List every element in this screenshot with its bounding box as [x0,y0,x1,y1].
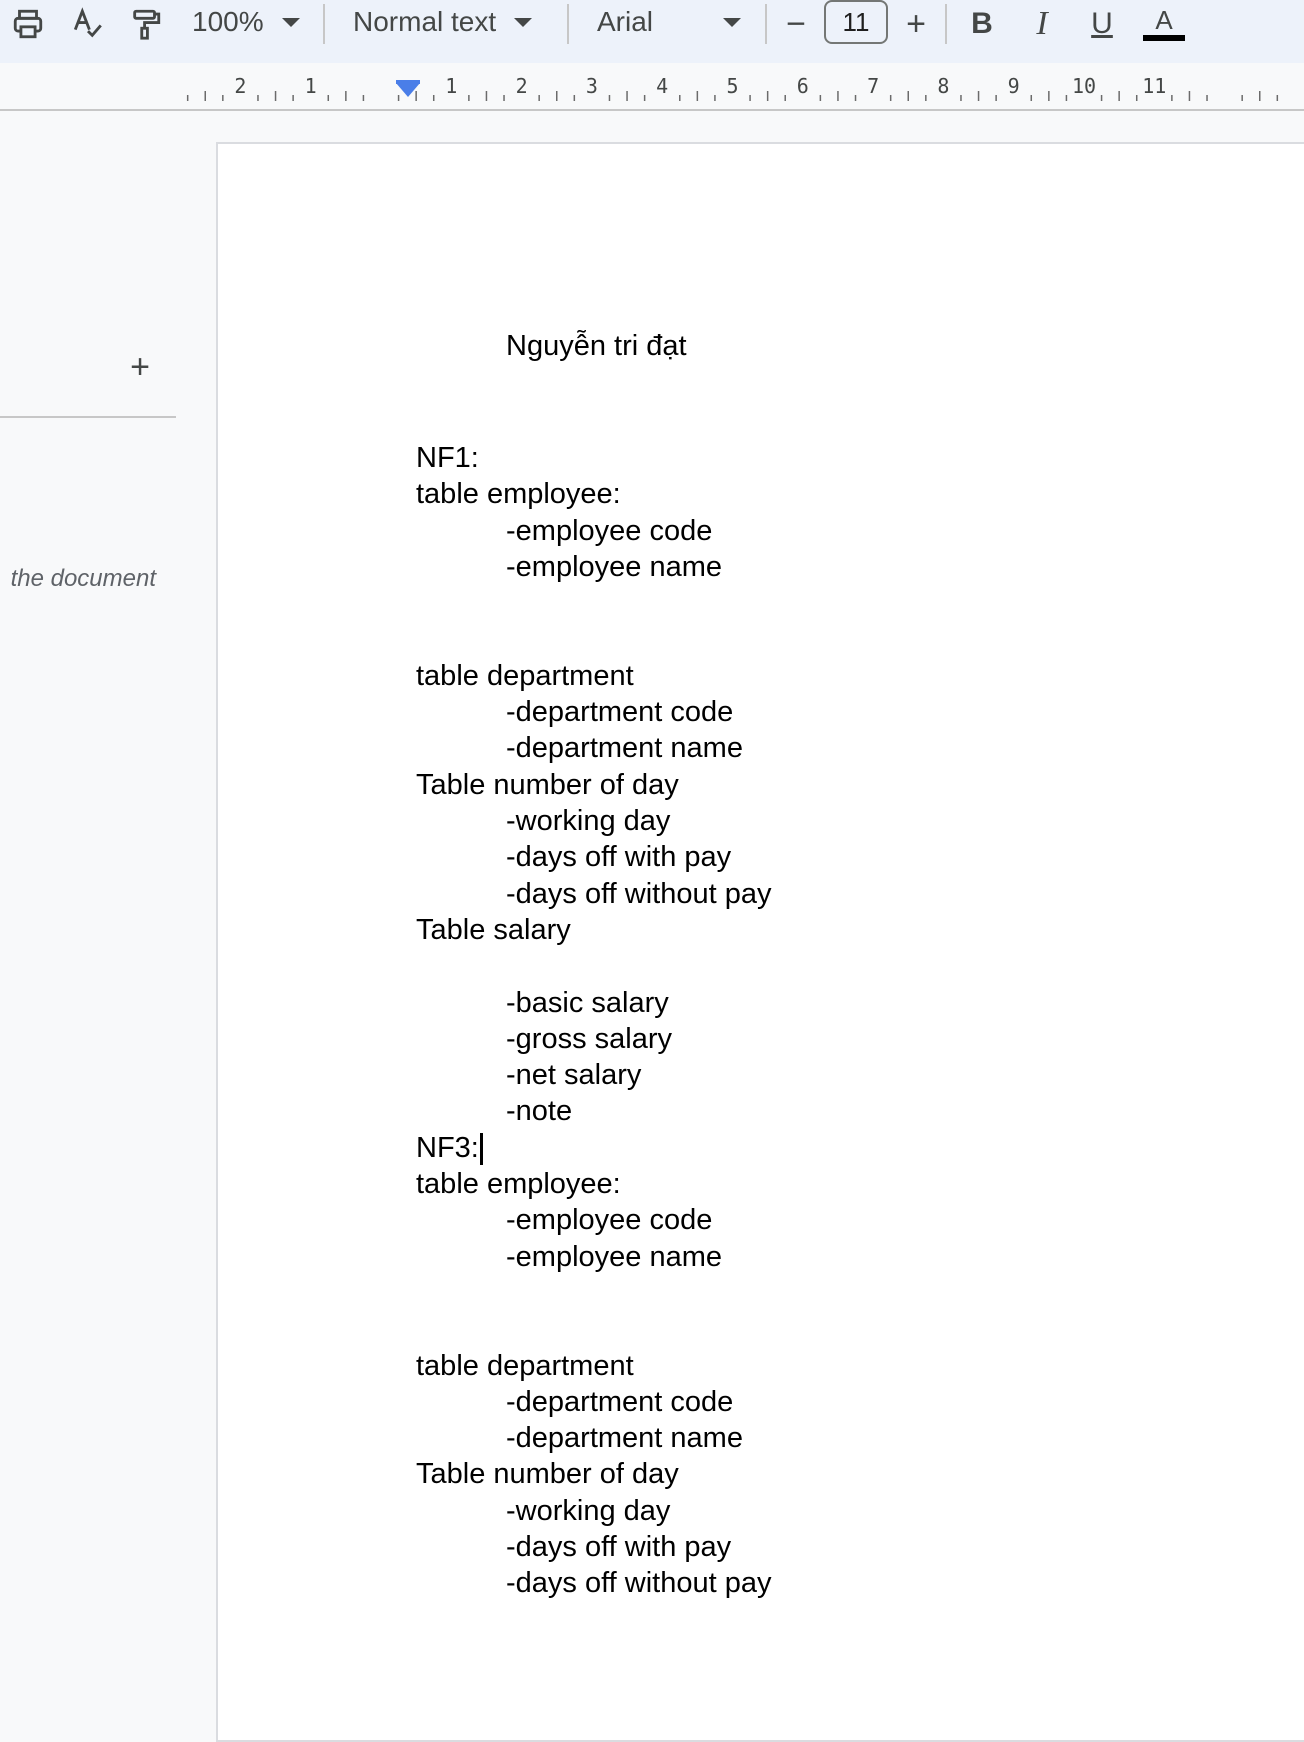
chevron-down-icon [514,17,533,27]
ruler-label: 4 [656,74,668,98]
text-color-button[interactable]: A [1140,0,1188,48]
ruler[interactable]: 2 1 1 2 3 4 5 6 7 8 9 10 11 [0,63,1304,111]
document-outline-panel: + the document [0,111,200,1684]
ruler-label: 11 [1142,74,1166,98]
ruler-label: 2 [234,74,246,98]
underline-button[interactable]: U [1078,0,1126,48]
text-color-icon: A [1155,5,1173,35]
ruler-label: 6 [797,74,809,98]
document-list-line[interactable]: -employee name [506,1239,722,1275]
document-list-line[interactable]: -days off with pay [506,839,731,875]
font-size-input[interactable]: 11 [824,0,888,44]
document-list-line[interactable]: -working day [506,803,670,839]
bold-button[interactable]: B [958,0,1006,48]
text-color-swatch [1143,35,1185,41]
bold-icon: B [971,7,993,40]
document-list-line[interactable]: -department code [506,1384,733,1420]
paragraph-style-select[interactable]: Normal text [353,6,533,38]
document-line[interactable]: table department [416,1348,634,1384]
chevron-down-icon [723,17,741,27]
document-line[interactable]: table department [416,658,634,694]
document-list-line[interactable]: -employee code [506,513,712,549]
toolbar-divider [567,4,569,44]
document-list-line[interactable]: -gross salary [506,1021,672,1057]
document-page[interactable]: Nguyễn tri đạt NF1: table employee: -emplo… [216,142,1304,1742]
ruler-label: 1 [445,74,457,98]
document-line[interactable]: Table number of day [416,1456,679,1492]
document-list-line[interactable]: -department name [506,730,743,766]
ruler-scale: 2 1 1 2 3 4 5 6 7 8 9 10 11 [186,74,1279,101]
italic-icon: I [1036,5,1048,42]
ruler-label: 8 [937,74,949,98]
paint-format-icon[interactable] [126,4,166,44]
document-list-line[interactable]: -employee name [506,549,722,585]
italic-button[interactable]: I [1018,0,1066,48]
style-value: Normal text [353,6,497,37]
ruler-label: 9 [1008,74,1020,98]
document-line[interactable]: table employee: [416,1166,621,1202]
document-list-line[interactable]: -days off with pay [506,1529,731,1565]
print-icon[interactable] [8,4,48,44]
toolbar-divider [945,4,947,44]
first-line-indent-marker[interactable] [396,80,420,84]
chevron-down-icon [281,17,300,27]
document-list-line[interactable]: -days off without pay [506,876,771,912]
formatting-toolbar: 100% Normal text Arial − 11 + B I U A [0,0,1304,63]
ruler-label: 10 [1072,74,1096,98]
document-line[interactable]: Table number of day [416,767,679,803]
zoom-value: 100% [192,6,264,37]
ruler-label: 7 [867,74,879,98]
ruler-label: 3 [586,74,598,98]
document-list-line[interactable]: -employee code [506,1202,712,1238]
document-list-line[interactable]: -net salary [506,1057,641,1093]
outline-hint-text: the document [10,565,156,592]
outline-hint-container: the document [0,111,170,1684]
underline-icon: U [1091,7,1113,40]
document-title[interactable]: Nguyễn tri đạt [506,328,687,364]
document-line[interactable]: Table salary [416,912,571,948]
ruler-label: 2 [516,74,528,98]
document-list-line[interactable]: -note [506,1093,572,1129]
document-list-line[interactable]: -working day [506,1493,670,1529]
document-list-line[interactable]: -department code [506,694,733,730]
document-list-line[interactable]: -days off without pay [506,1565,771,1601]
decrease-font-size-button[interactable]: − [778,2,814,46]
zoom-select[interactable]: 100% [192,6,300,38]
toolbar-divider [323,4,325,44]
spellcheck-icon[interactable] [68,4,108,44]
increase-font-size-button[interactable]: + [898,2,934,46]
ruler-label: 5 [726,74,738,98]
document-line[interactable]: table employee: [416,476,621,512]
document-line[interactable]: NF3: [416,1130,483,1166]
document-list-line[interactable]: -basic salary [506,985,669,1021]
text-cursor [479,1133,483,1166]
font-size-value: 11 [842,6,870,37]
plus-icon: + [906,4,926,43]
document-list-line[interactable]: -department name [506,1420,743,1456]
indent-marker[interactable] [396,83,420,97]
document-line[interactable]: NF1: [416,440,479,476]
ruler-label: 1 [305,74,317,98]
font-value: Arial [597,6,654,37]
minus-icon: − [786,4,806,43]
toolbar-divider [765,4,767,44]
font-family-select[interactable]: Arial [597,6,741,38]
